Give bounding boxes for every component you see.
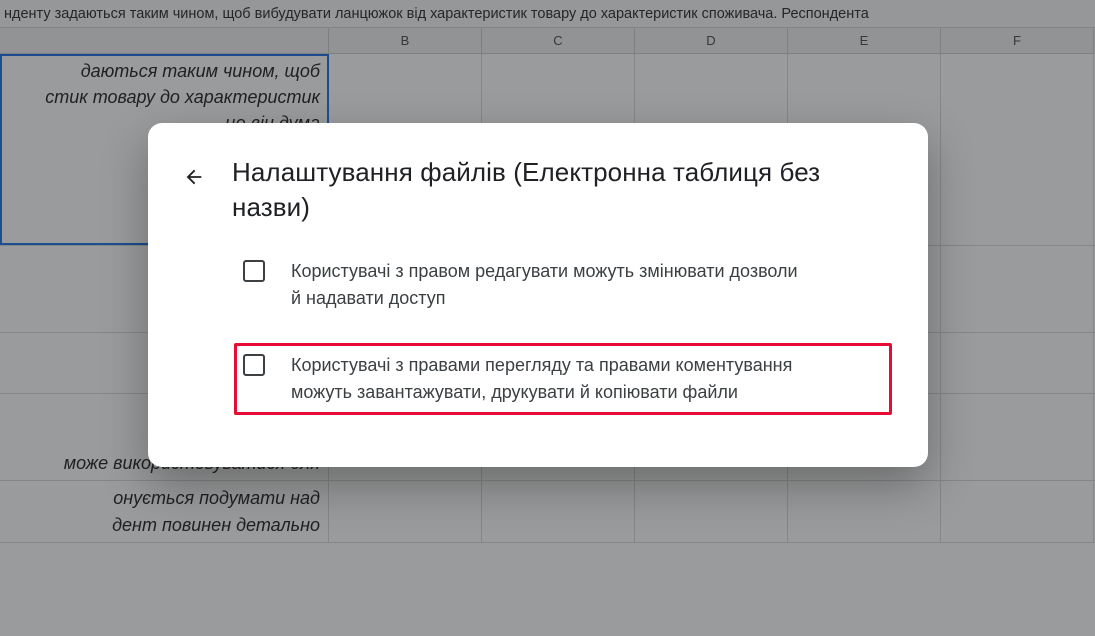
dialog-title: Налаштування файлів (Електронна таблиця …	[232, 155, 892, 225]
options-list: Користувачі з правом редагувати можуть з…	[176, 249, 892, 415]
checkbox[interactable]	[243, 354, 265, 376]
option-viewers-download[interactable]: Користувачі з правами перегляду та права…	[234, 343, 892, 415]
checkbox[interactable]	[243, 260, 265, 282]
option-label: Користувачі з правом редагувати можуть з…	[291, 258, 811, 312]
back-button[interactable]	[176, 159, 212, 195]
arrow-left-icon	[183, 166, 205, 188]
option-editors-share[interactable]: Користувачі з правом редагувати можуть з…	[234, 249, 892, 321]
option-label: Користувачі з правами перегляду та права…	[291, 352, 811, 406]
file-settings-dialog: Налаштування файлів (Електронна таблиця …	[148, 123, 928, 467]
